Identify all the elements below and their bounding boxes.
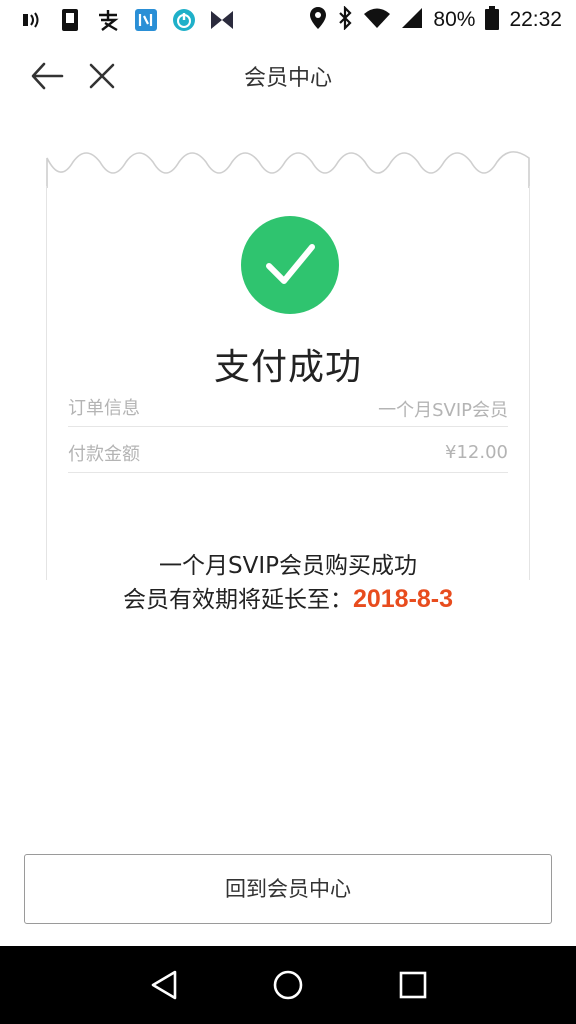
status-bar: 80% 22:32	[0, 0, 576, 40]
system-status: 80% 22:32	[309, 4, 562, 35]
membership-expiry-message: 会员有效期将延长至：2018-8-3	[0, 580, 576, 614]
order-info-label: 订单信息	[68, 398, 140, 419]
order-info-value: 一个月SVIP会员	[378, 400, 508, 421]
expiry-date: 2018-8-3	[352, 585, 454, 613]
sim-card-icon	[58, 8, 82, 32]
top-navigation-bar: 会员中心	[0, 40, 576, 112]
back-to-member-center-button[interactable]: 回到会员中心	[24, 854, 552, 924]
expiry-prefix: 会员有效期将延长至：	[122, 587, 353, 613]
app-icon	[134, 8, 158, 32]
m-logo-icon	[210, 8, 234, 32]
page-title: 会员中心	[243, 66, 332, 91]
nav-back-triangle-icon[interactable]	[148, 968, 182, 1002]
order-info-row: 订单信息 一个月SVIP会员	[68, 390, 508, 427]
purchase-success-message: 一个月SVIP会员购买成功	[159, 553, 417, 579]
success-check-icon	[241, 216, 339, 314]
nav-recents-square-icon[interactable]	[396, 968, 430, 1002]
battery-icon	[485, 5, 500, 35]
system-navigation-bar	[0, 946, 576, 1024]
nav-home-circle-icon[interactable]	[271, 968, 305, 1002]
power-icon	[172, 8, 196, 32]
location-icon	[309, 6, 327, 35]
clock: 22:32	[509, 8, 562, 31]
notification-icons	[20, 6, 234, 34]
payment-amount-value: ¥12.00	[445, 442, 508, 463]
nfc-icon	[20, 8, 44, 32]
receipt-zigzag-edge	[46, 151, 530, 188]
payment-success-title: 支付成功	[213, 347, 362, 388]
battery-percent: 80%	[433, 8, 476, 31]
signal-icon	[401, 7, 423, 34]
wifi-icon	[363, 7, 391, 34]
payment-amount-row: 付款金额 ¥12.00	[68, 436, 508, 473]
bluetooth-icon	[337, 4, 353, 35]
alipay-icon	[96, 8, 120, 32]
payment-amount-label: 付款金额	[68, 444, 140, 465]
